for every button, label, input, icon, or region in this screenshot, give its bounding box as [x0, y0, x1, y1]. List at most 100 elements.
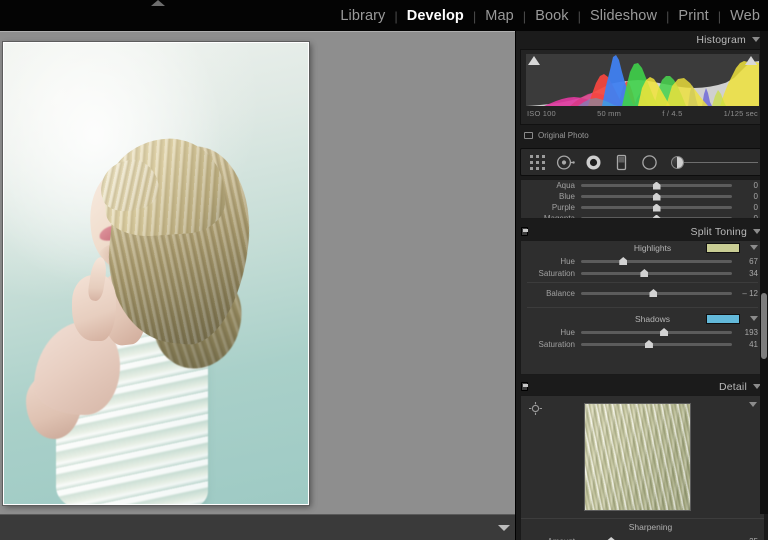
- split-toning-panel-switch[interactable]: [521, 227, 528, 236]
- module-picker: Library | Develop | Map | Book | Slidesh…: [332, 4, 768, 28]
- highlights-hue-value: 67: [732, 257, 758, 266]
- histogram-panel-header[interactable]: Histogram: [516, 31, 768, 48]
- chevron-down-icon[interactable]: [750, 316, 758, 321]
- split-toning-panel: Highlights Hue 67 Saturation 34: [520, 240, 765, 375]
- scrollbar-thumb[interactable]: [761, 293, 767, 359]
- graduated-filter-icon[interactable]: [609, 151, 633, 173]
- shadows-color-swatch[interactable]: [706, 314, 740, 324]
- module-library[interactable]: Library: [332, 8, 393, 24]
- hsl-slider-magenta[interactable]: [581, 214, 732, 220]
- right-panel: Histogram: [515, 31, 768, 540]
- highlights-hue-label: Hue: [527, 257, 581, 266]
- highlight-clipping-indicator-icon[interactable]: [745, 56, 757, 65]
- hsl-label-purple: Purple: [527, 203, 581, 212]
- chevron-down-icon[interactable]: [749, 402, 757, 407]
- divider: [527, 307, 758, 308]
- slider-knob[interactable]: [671, 156, 684, 169]
- slider-knob[interactable]: [640, 269, 648, 277]
- detail-panel-switch[interactable]: [521, 382, 528, 391]
- highlights-hue-slider[interactable]: [581, 256, 732, 266]
- shadows-hue-label: Hue: [527, 328, 581, 337]
- crop-overlay-icon[interactable]: [525, 151, 549, 173]
- module-map[interactable]: Map: [477, 8, 522, 24]
- slider-knob[interactable]: [649, 289, 657, 297]
- detail-panel-header[interactable]: Detail: [516, 378, 768, 395]
- hsl-slider-purple[interactable]: [581, 203, 732, 213]
- shadows-hue-slider[interactable]: [581, 327, 732, 337]
- exif-aperture: f / 4.5: [662, 109, 682, 118]
- slider-knob[interactable]: [619, 257, 627, 265]
- hsl-row-blue[interactable]: Blue 0: [521, 191, 764, 202]
- shadows-saturation-value: 41: [732, 340, 758, 349]
- shadows-saturation-slider[interactable]: [581, 339, 732, 349]
- module-web[interactable]: Web: [722, 8, 768, 24]
- original-photo-icon: [524, 132, 533, 139]
- slider-track: [581, 260, 732, 263]
- spot-removal-icon[interactable]: [553, 151, 577, 173]
- radial-filter-icon[interactable]: [637, 151, 661, 173]
- hsl-slider-blue[interactable]: [581, 192, 732, 202]
- chevron-down-icon[interactable]: [750, 245, 758, 250]
- original-photo-label: Original Photo: [538, 131, 589, 140]
- histogram-plot[interactable]: [526, 54, 759, 106]
- histogram-panel: ISO 100 50 mm f / 4.5 1/125 sec: [520, 49, 765, 125]
- module-book[interactable]: Book: [527, 8, 576, 24]
- divider: [521, 518, 764, 519]
- hsl-value-blue: 0: [732, 192, 758, 201]
- hsl-row-magenta[interactable]: Magenta 0: [521, 213, 764, 219]
- shadow-clipping-indicator-icon[interactable]: [528, 56, 540, 65]
- slider-knob[interactable]: [660, 328, 668, 336]
- module-develop[interactable]: Develop: [399, 8, 472, 24]
- detail-panel: Sharpening Amount 25: [520, 395, 765, 540]
- shadows-hue-value: 193: [732, 328, 758, 337]
- divider: [527, 282, 758, 283]
- hsl-value-magenta: 0: [732, 214, 758, 219]
- top-bar: Library | Develop | Map | Book | Slidesh…: [0, 0, 768, 31]
- red-eye-correction-icon[interactable]: [581, 151, 605, 173]
- toolbar-chevron-down-icon[interactable]: [498, 525, 510, 531]
- adjustment-brush-size-slider[interactable]: [667, 151, 760, 173]
- loupe-view-canvas[interactable]: [0, 31, 515, 514]
- balance-slider[interactable]: [581, 288, 732, 298]
- hsl-slider-aqua[interactable]: [581, 181, 732, 191]
- shadows-saturation-row[interactable]: Saturation 41: [521, 338, 764, 350]
- slider-knob[interactable]: [645, 340, 653, 348]
- sharpening-amount-row[interactable]: Amount 25: [521, 535, 764, 540]
- highlights-saturation-slider[interactable]: [581, 268, 732, 278]
- module-slideshow[interactable]: Slideshow: [582, 8, 665, 24]
- exif-readout: ISO 100 50 mm f / 4.5 1/125 sec: [527, 107, 758, 119]
- right-panel-scrollbar[interactable]: [760, 31, 768, 514]
- exif-focal-length: 50 mm: [597, 109, 621, 118]
- highlights-saturation-row[interactable]: Saturation 34: [521, 267, 764, 279]
- highlights-subheader: Highlights: [521, 241, 764, 255]
- photo-preview[interactable]: [4, 43, 308, 504]
- chevron-down-icon[interactable]: [752, 37, 760, 42]
- hsl-label-magenta: Magenta: [527, 214, 581, 219]
- slider-knob[interactable]: [653, 182, 661, 190]
- hsl-row-purple[interactable]: Purple 0: [521, 202, 764, 213]
- highlights-hue-row[interactable]: Hue 67: [521, 255, 764, 267]
- loupe-target-icon[interactable]: [529, 402, 542, 415]
- hsl-label-blue: Blue: [527, 192, 581, 201]
- tool-strip: [520, 148, 765, 176]
- detail-zoom-preview[interactable]: [584, 403, 691, 511]
- toolbar: [0, 514, 515, 540]
- slider-knob[interactable]: [653, 204, 661, 212]
- hsl-value-purple: 0: [732, 203, 758, 212]
- hsl-row-aqua[interactable]: Aqua 0: [521, 180, 764, 191]
- shadows-saturation-label: Saturation: [527, 340, 581, 349]
- identity-plate-chevron-icon[interactable]: [151, 0, 165, 6]
- balance-row[interactable]: Balance – 12: [521, 287, 764, 299]
- module-print[interactable]: Print: [670, 8, 716, 24]
- original-photo-row[interactable]: Original Photo: [520, 127, 765, 143]
- hsl-label-aqua: Aqua: [527, 181, 581, 190]
- histogram-svg: [526, 54, 759, 106]
- sharpening-amount-slider[interactable]: [581, 536, 732, 540]
- highlights-color-swatch[interactable]: [706, 243, 740, 253]
- balance-label: Balance: [527, 289, 581, 298]
- split-toning-panel-header[interactable]: Split Toning: [516, 223, 768, 240]
- shadows-hue-row[interactable]: Hue 193: [521, 326, 764, 338]
- slider-knob[interactable]: [653, 193, 661, 201]
- split-toning-title: Split Toning: [691, 226, 748, 238]
- highlights-saturation-label: Saturation: [527, 269, 581, 278]
